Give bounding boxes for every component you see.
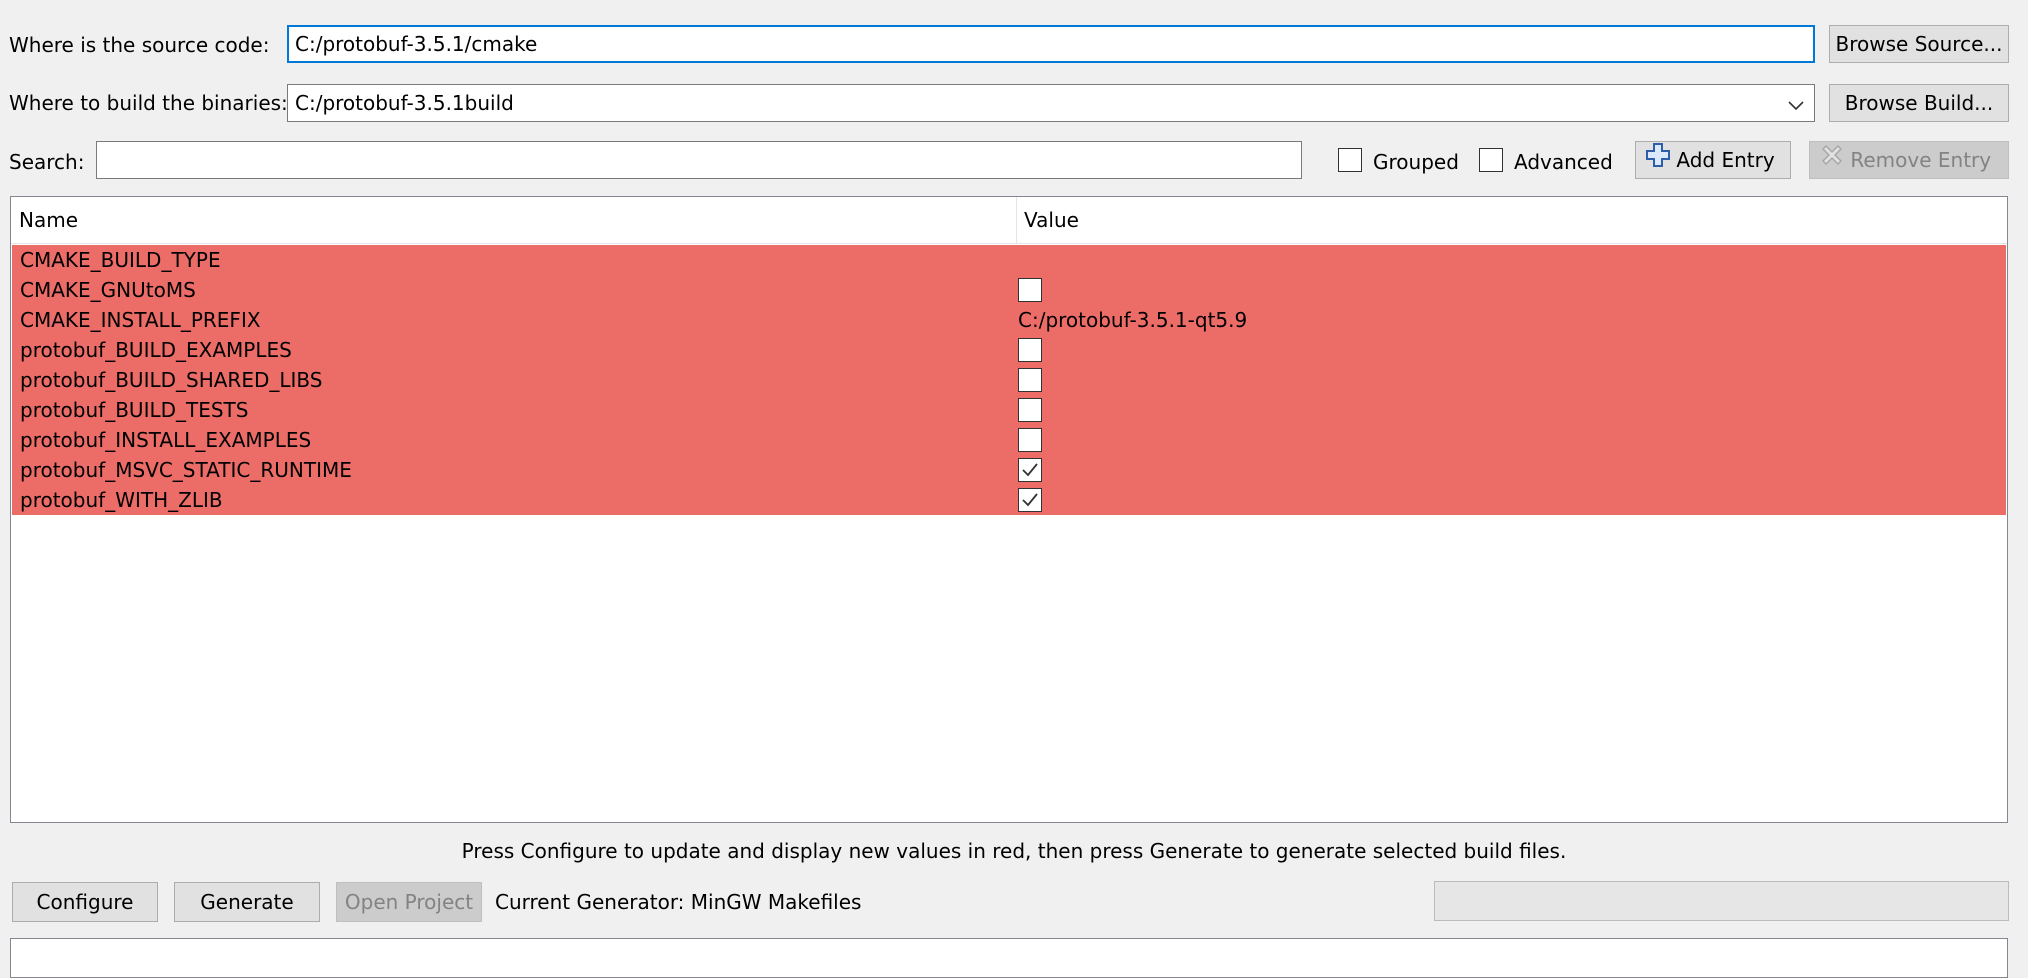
source-path-input[interactable]: C:/protobuf-3.5.1/cmake xyxy=(287,25,1815,63)
source-label: Where is the source code: xyxy=(9,33,270,57)
table-row[interactable]: CMAKE_INSTALL_PREFIX C:/protobuf-3.5.1-qt… xyxy=(12,305,2006,335)
table-row[interactable]: protobuf_MSVC_STATIC_RUNTIME xyxy=(12,455,2006,485)
row-name: CMAKE_GNUtoMS xyxy=(20,278,196,302)
column-header-name[interactable]: Name xyxy=(11,197,78,243)
cache-table[interactable]: Name Value CMAKE_BUILD_TYPE CMAKE_GNUtoMS… xyxy=(10,196,2008,823)
build-label: Where to build the binaries: xyxy=(9,91,288,115)
column-header-value[interactable]: Value xyxy=(1016,197,1079,243)
row-name: protobuf_BUILD_SHARED_LIBS xyxy=(20,368,323,392)
row-name: protobuf_MSVC_STATIC_RUNTIME xyxy=(20,458,352,482)
advanced-label[interactable]: Advanced xyxy=(1514,147,1613,177)
checked-checkbox-icon[interactable] xyxy=(1018,488,1042,512)
unchecked-checkbox-icon[interactable] xyxy=(1018,278,1042,302)
add-entry-button[interactable]: Add Entry xyxy=(1635,141,1791,179)
generate-button[interactable]: Generate xyxy=(174,882,320,922)
table-row[interactable]: CMAKE_BUILD_TYPE xyxy=(12,245,2006,275)
unchecked-checkbox-icon[interactable] xyxy=(1018,398,1042,422)
row-name: CMAKE_INSTALL_PREFIX xyxy=(20,308,261,332)
configure-button[interactable]: Configure xyxy=(12,882,158,922)
unchecked-checkbox-icon[interactable] xyxy=(1018,368,1042,392)
row-name: protobuf_WITH_ZLIB xyxy=(20,488,223,512)
table-row[interactable]: CMAKE_GNUtoMS xyxy=(12,275,2006,305)
add-entry-label: Add Entry xyxy=(1676,148,1775,172)
grouped-checkbox[interactable] xyxy=(1338,148,1362,177)
remove-x-icon xyxy=(1820,142,1844,178)
table-header: Name Value xyxy=(11,197,2007,244)
row-name: CMAKE_BUILD_TYPE xyxy=(20,248,221,272)
checked-checkbox-icon[interactable] xyxy=(1018,458,1042,482)
row-value-text[interactable]: C:/protobuf-3.5.1-qt5.9 xyxy=(1018,305,1247,335)
table-body: CMAKE_BUILD_TYPE CMAKE_GNUtoMS CMAKE_INSTA… xyxy=(12,245,2006,515)
build-path-value: C:/protobuf-3.5.1build xyxy=(295,91,514,115)
row-name: protobuf_BUILD_TESTS xyxy=(20,398,249,422)
row-name: protobuf_INSTALL_EXAMPLES xyxy=(20,428,312,452)
search-label: Search: xyxy=(9,150,85,174)
remove-entry-label: Remove Entry xyxy=(1850,148,1992,172)
table-row[interactable]: protobuf_BUILD_SHARED_LIBS xyxy=(12,365,2006,395)
grouped-label[interactable]: Grouped xyxy=(1373,147,1459,177)
plus-icon xyxy=(1646,142,1670,178)
search-input[interactable] xyxy=(96,141,1302,179)
table-row[interactable]: protobuf_INSTALL_EXAMPLES xyxy=(12,425,2006,455)
browse-build-button[interactable]: Browse Build... xyxy=(1829,84,2009,122)
advanced-checkbox[interactable] xyxy=(1479,148,1503,177)
unchecked-checkbox-icon[interactable] xyxy=(1018,428,1042,452)
current-generator-label: Current Generator: MinGW Makefiles xyxy=(495,890,862,914)
row-name: protobuf_BUILD_EXAMPLES xyxy=(20,338,292,362)
progress-bar xyxy=(1434,881,2009,921)
chevron-down-icon[interactable] xyxy=(1788,86,1804,121)
output-log[interactable] xyxy=(10,938,2008,978)
table-row[interactable]: protobuf_BUILD_EXAMPLES xyxy=(12,335,2006,365)
grouped-checkbox-box[interactable] xyxy=(1338,148,1362,172)
table-row[interactable]: protobuf_WITH_ZLIB xyxy=(12,485,2006,515)
build-path-combobox[interactable]: C:/protobuf-3.5.1build xyxy=(287,84,1815,122)
unchecked-checkbox-icon[interactable] xyxy=(1018,338,1042,362)
advanced-checkbox-box[interactable] xyxy=(1479,148,1503,172)
configure-hint: Press Configure to update and display ne… xyxy=(461,839,1567,863)
browse-source-button[interactable]: Browse Source... xyxy=(1829,25,2009,63)
open-project-button[interactable]: Open Project xyxy=(336,882,482,922)
remove-entry-button[interactable]: Remove Entry xyxy=(1809,141,2009,179)
table-row[interactable]: protobuf_BUILD_TESTS xyxy=(12,395,2006,425)
